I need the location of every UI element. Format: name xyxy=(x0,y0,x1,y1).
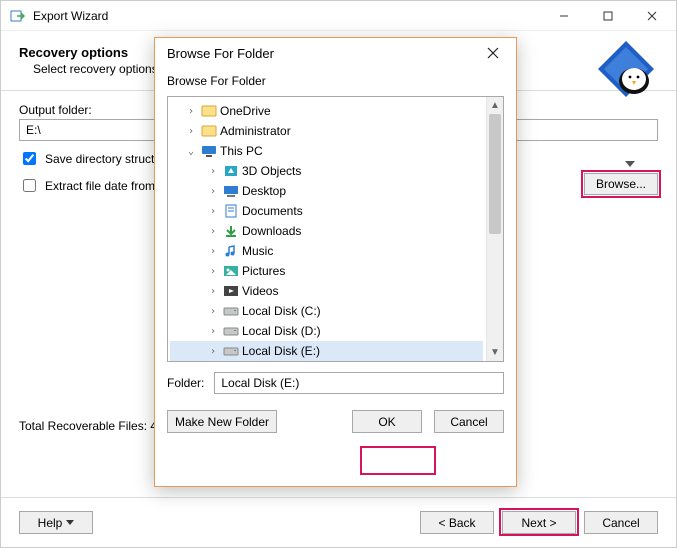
ok-button[interactable]: OK xyxy=(352,410,422,433)
expand-icon[interactable]: › xyxy=(206,166,220,177)
extract-date-checkbox[interactable] xyxy=(23,179,36,192)
next-button[interactable]: Next > xyxy=(502,511,576,534)
tree-item-label: Pictures xyxy=(242,264,285,278)
expand-icon[interactable]: › xyxy=(206,226,220,237)
desktop-icon xyxy=(222,183,240,199)
expand-icon[interactable]: › xyxy=(206,246,220,257)
onedrive-icon xyxy=(200,103,218,119)
videos-icon xyxy=(222,283,240,299)
user-icon xyxy=(200,123,218,139)
tree-item[interactable]: › Pictures xyxy=(170,261,483,281)
expand-icon[interactable]: › xyxy=(184,106,198,117)
expand-icon[interactable]: › xyxy=(206,186,220,197)
pictures-icon xyxy=(222,263,240,279)
expand-icon[interactable]: › xyxy=(184,126,198,137)
tree-item[interactable]: › Desktop xyxy=(170,181,483,201)
expand-icon[interactable]: › xyxy=(206,306,220,317)
browse-folder-dialog: Browse For Folder Browse For Folder › One… xyxy=(154,37,517,487)
tree-item[interactable]: › Local Disk (E:) xyxy=(170,341,483,361)
dialog-title: Browse For Folder xyxy=(167,46,274,61)
tree-item-label: 3D Objects xyxy=(242,164,301,178)
tree-item[interactable]: › Local Disk (D:) xyxy=(170,321,483,341)
status-text: Total Recoverable Files: 41 xyxy=(19,419,164,433)
expand-icon[interactable]: › xyxy=(206,346,220,357)
make-new-folder-button[interactable]: Make New Folder xyxy=(167,410,277,433)
tree-item[interactable]: › 3D Objects xyxy=(170,161,483,181)
window-controls xyxy=(542,2,674,30)
tree-item[interactable]: › Local Disk (C:) xyxy=(170,301,483,321)
wizard-footer: Help < Back Next > Cancel xyxy=(1,497,676,547)
tree-item[interactable]: › Music xyxy=(170,241,483,261)
pc-icon xyxy=(200,143,218,159)
expand-icon[interactable]: ⌄ xyxy=(184,146,198,157)
tree-item[interactable]: › Videos xyxy=(170,281,483,301)
maximize-button[interactable] xyxy=(586,2,630,30)
dialog-subtitle: Browse For Folder xyxy=(167,74,504,88)
save-structure-label: Save directory structure xyxy=(45,152,172,166)
tree-item-label: Local Disk (D:) xyxy=(242,324,321,338)
folder-input[interactable] xyxy=(214,372,504,394)
expand-icon[interactable]: › xyxy=(206,266,220,277)
3d-icon xyxy=(222,163,240,179)
docs-icon xyxy=(222,203,240,219)
disk-icon xyxy=(222,343,240,359)
scroll-thumb[interactable] xyxy=(489,114,501,234)
tree-item-label: This PC xyxy=(220,144,263,158)
disk-icon xyxy=(222,323,240,339)
scroll-up-icon[interactable]: ▲ xyxy=(487,97,503,114)
back-button[interactable]: < Back xyxy=(420,511,494,534)
tree-item-label: Downloads xyxy=(242,224,301,238)
tree-item-label: Local Disk (E:) xyxy=(242,344,320,358)
export-wizard-window: Export Wizard Recovery options Select re… xyxy=(0,0,677,548)
app-icon xyxy=(9,8,27,24)
expand-icon[interactable]: › xyxy=(206,286,220,297)
dialog-close-button[interactable] xyxy=(478,39,508,67)
chevron-down-icon[interactable] xyxy=(622,154,638,174)
highlight-box xyxy=(360,446,436,475)
tree-item-label: OneDrive xyxy=(220,104,271,118)
expand-icon[interactable]: › xyxy=(206,326,220,337)
folder-label: Folder: xyxy=(167,376,204,390)
scroll-down-icon[interactable]: ▼ xyxy=(487,344,503,361)
extract-date-label: Extract file date from m xyxy=(45,179,168,193)
scrollbar[interactable]: ▲ ▼ xyxy=(486,97,503,361)
expand-icon[interactable]: › xyxy=(206,206,220,217)
titlebar: Export Wizard xyxy=(1,1,676,31)
minimize-button[interactable] xyxy=(542,2,586,30)
close-button[interactable] xyxy=(630,2,674,30)
help-button[interactable]: Help xyxy=(19,511,93,534)
window-title: Export Wizard xyxy=(33,9,108,23)
tree-item[interactable]: ⌄ This PC xyxy=(170,141,483,161)
tree-item-label: Administrator xyxy=(220,124,291,138)
tree-item[interactable]: › Administrator xyxy=(170,121,483,141)
music-icon xyxy=(222,243,240,259)
tree-item-label: Videos xyxy=(242,284,278,298)
save-structure-checkbox[interactable] xyxy=(23,152,36,165)
disk-icon xyxy=(222,303,240,319)
tree-item[interactable]: › Documents xyxy=(170,201,483,221)
browse-button[interactable]: Browse... xyxy=(584,173,658,195)
tree-item-label: Desktop xyxy=(242,184,286,198)
tree-item[interactable]: › Downloads xyxy=(170,221,483,241)
chevron-down-icon xyxy=(66,520,74,525)
tree-item-label: Music xyxy=(242,244,273,258)
cancel-button[interactable]: Cancel xyxy=(584,511,658,534)
tree-item-label: Documents xyxy=(242,204,303,218)
tree-item[interactable]: › OneDrive xyxy=(170,101,483,121)
dialog-cancel-button[interactable]: Cancel xyxy=(434,410,504,433)
folder-tree: ›OneDrive›Administrator⌄This PC›3D Objec… xyxy=(167,96,504,362)
tree-item-label: Local Disk (C:) xyxy=(242,304,321,318)
downloads-icon xyxy=(222,223,240,239)
